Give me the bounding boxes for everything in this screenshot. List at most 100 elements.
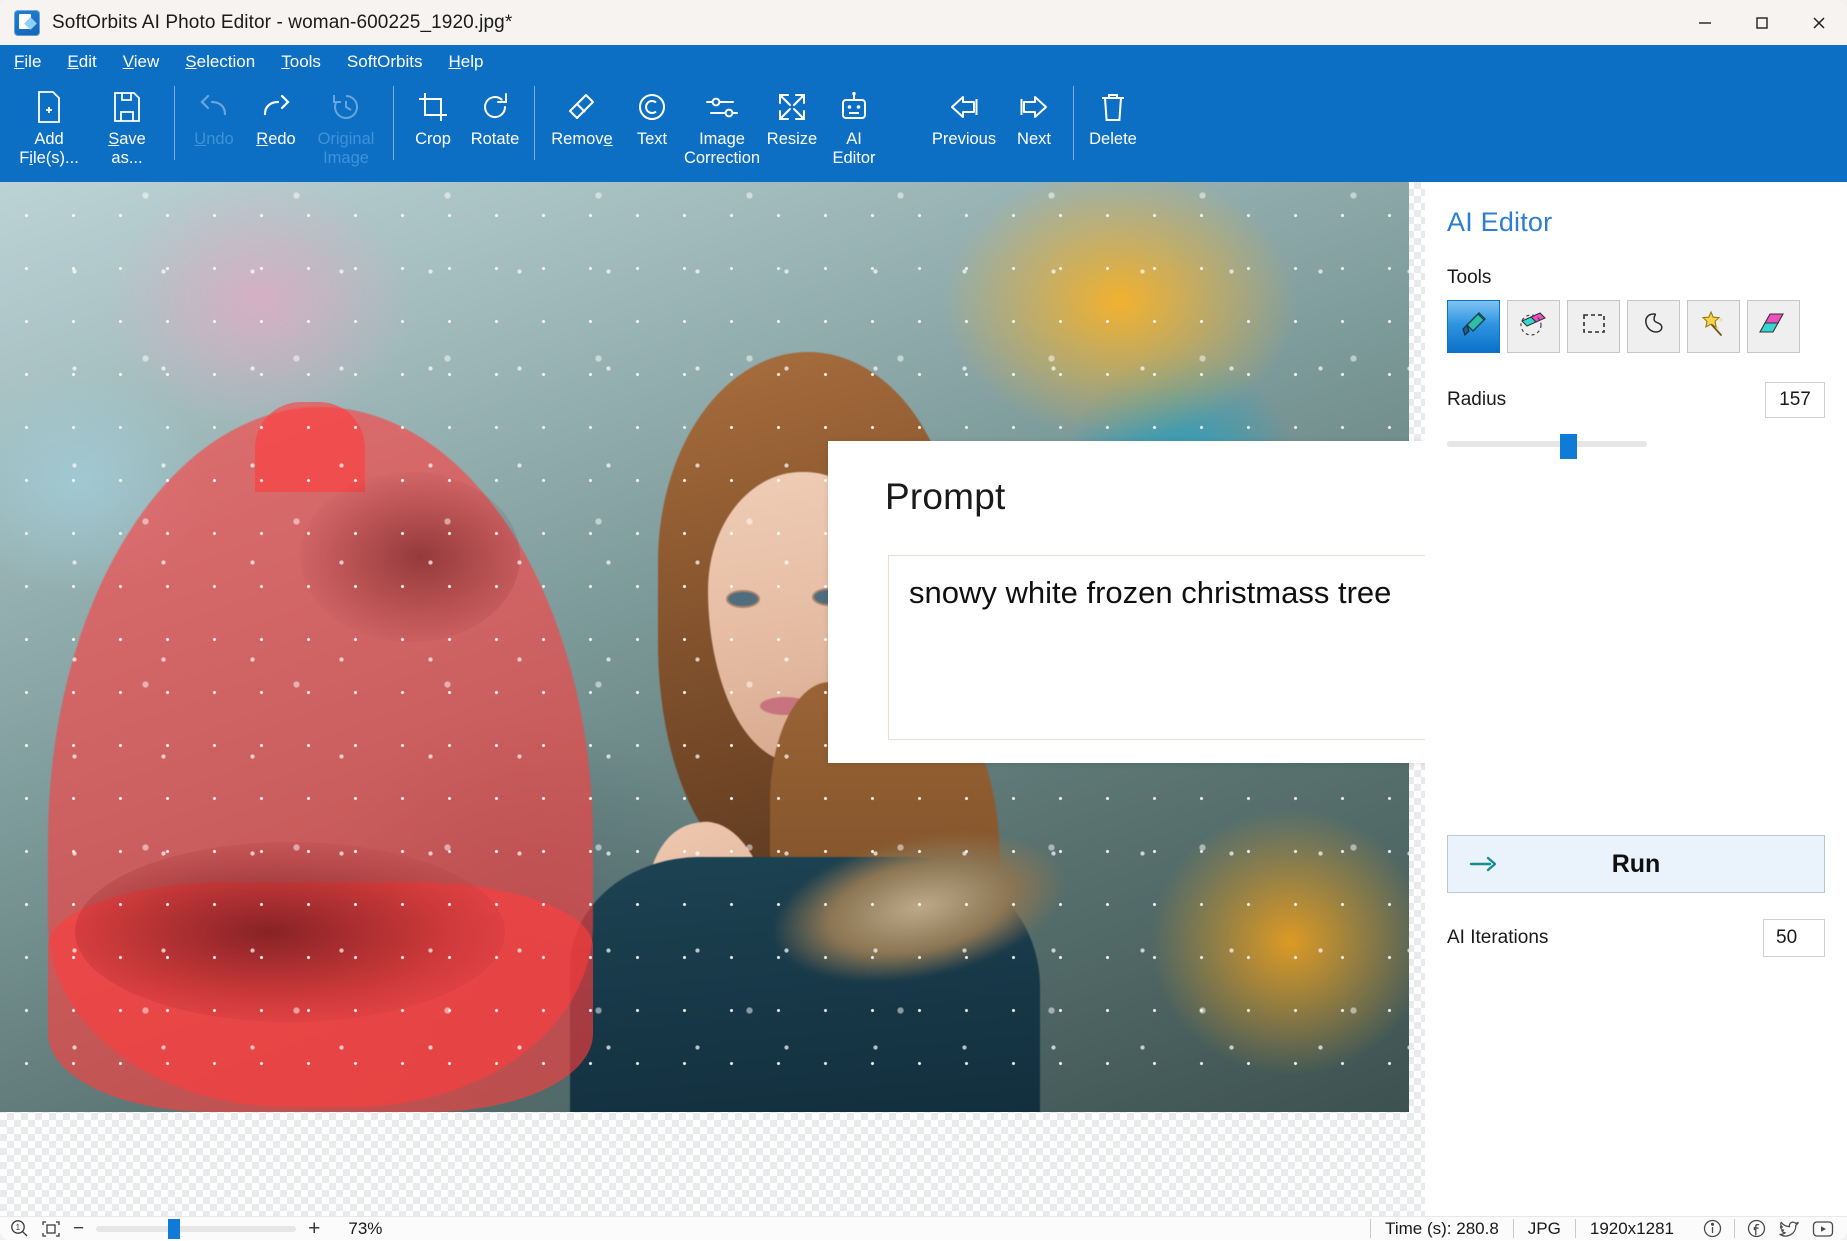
run-arrow-icon: [1468, 854, 1500, 874]
iterations-input[interactable]: 50: [1763, 919, 1825, 957]
status-divider-4: [1734, 1219, 1735, 1238]
toolbar-original-image[interactable]: Original Image: [307, 78, 385, 178]
fill-tool-button[interactable]: [1747, 300, 1800, 353]
toolbar-add-files[interactable]: Add File(s)...: [10, 78, 88, 178]
menu-file-rest: ile: [24, 51, 42, 71]
history-clock-icon: [330, 87, 362, 127]
toolbar-ai-editor[interactable]: AI Editor: [823, 78, 885, 178]
zoom-out-button[interactable]: −: [73, 1218, 84, 1240]
toolbar-resize[interactable]: Resize: [761, 78, 823, 178]
brush-tool-button[interactable]: [1447, 300, 1500, 353]
toolbar-text[interactable]: Text: [621, 78, 683, 178]
toolbar-redo-label: Redo: [256, 130, 296, 148]
radius-slider-thumb[interactable]: [1560, 434, 1578, 459]
subject-eye-left: [728, 592, 758, 606]
app-icon: [14, 9, 40, 36]
window-controls: [1676, 0, 1847, 45]
radius-slider-track: [1447, 441, 1647, 447]
copyright-icon: [636, 87, 668, 127]
rectangle-select-tool-button[interactable]: [1567, 300, 1620, 353]
menu-tools-rest: ools: [289, 51, 321, 71]
toolbar-rotate[interactable]: Rotate: [464, 78, 526, 178]
toolbar-crop-label: Crop: [415, 130, 451, 148]
menu-selection[interactable]: Selection: [185, 52, 255, 72]
lasso-select-tool-button[interactable]: [1627, 300, 1680, 353]
menu-bar: File Edit View Selection Tools SoftOrbit…: [0, 45, 1847, 78]
menu-edit[interactable]: Edit: [67, 52, 96, 72]
toolbar-undo-label: Undo: [194, 130, 234, 148]
tools-label: Tools: [1447, 267, 1492, 288]
menu-help[interactable]: Help: [449, 52, 484, 72]
maximize-button[interactable]: [1733, 0, 1790, 45]
toolbar-undo[interactable]: Undo: [183, 78, 245, 178]
fit-to-window-icon[interactable]: [41, 1220, 61, 1238]
close-button[interactable]: [1790, 0, 1847, 45]
info-icon[interactable]: [1702, 1218, 1723, 1239]
toolbar-previous[interactable]: Previous: [925, 78, 1003, 178]
arrow-left-icon: [947, 87, 981, 127]
eraser-icon: [1519, 309, 1549, 344]
twitter-icon[interactable]: [1778, 1219, 1800, 1239]
toolbar-delete-label: Delete: [1089, 130, 1137, 148]
toolbar-resize-label: Resize: [766, 130, 818, 148]
toolbar-image-correction[interactable]: Image Correction: [683, 78, 761, 178]
eraser-icon: [566, 87, 598, 127]
menu-help-rest: elp: [460, 51, 484, 71]
status-social-icons: [1688, 1218, 1835, 1239]
toolbar-redo[interactable]: Redo: [245, 78, 307, 178]
toolbar-rotate-label: Rotate: [470, 130, 520, 148]
run-button-label: Run: [1611, 849, 1661, 878]
app-window: SoftOrbits AI Photo Editor - woman-60022…: [0, 0, 1847, 1240]
robot-icon: [838, 87, 870, 127]
zoom-slider-track: [96, 1225, 297, 1232]
radius-slider[interactable]: [1447, 434, 1825, 459]
toolbar-delete[interactable]: Delete: [1082, 78, 1144, 178]
sliders-icon: [705, 87, 739, 127]
menu-edit-rest: dit: [78, 51, 97, 71]
toolbar-next[interactable]: Next: [1003, 78, 1065, 178]
selection-mask-shadow-lower: [75, 842, 505, 1022]
zoom-actual-size-icon[interactable]: 1: [10, 1219, 29, 1238]
radius-label: Radius: [1447, 389, 1507, 410]
toolbar-separator-3: [534, 86, 535, 160]
toolbar-separator-1: [174, 86, 175, 160]
crop-icon: [417, 87, 449, 127]
zoom-controls: 1 − + 73%: [0, 1217, 382, 1241]
iterations-row: AI Iterations 50: [1447, 919, 1825, 957]
menu-selection-rest: election: [196, 51, 256, 71]
toolbar-add-files-label: Add File(s)...: [19, 130, 79, 167]
expand-arrows-icon: [776, 87, 808, 127]
save-disk-icon: [111, 87, 143, 127]
prompt-title: Prompt: [885, 476, 1006, 517]
iterations-label: AI Iterations: [1447, 927, 1549, 948]
selection-mask-shadow-upper: [300, 472, 520, 642]
status-time: Time (s): 280.8: [1385, 1218, 1499, 1238]
zoom-slider-thumb[interactable]: [168, 1218, 181, 1239]
toolbar-text-label: Text: [636, 130, 668, 148]
magic-wand-tool-button[interactable]: [1687, 300, 1740, 353]
toolbar-remove[interactable]: Remove: [543, 78, 621, 178]
toolbar-save-as[interactable]: Save as...: [88, 78, 166, 178]
arrow-right-icon: [1017, 87, 1051, 127]
ai-editor-panel: AI Editor Tools Radius 157 Run AI Iterat…: [1425, 182, 1847, 1216]
menu-tools[interactable]: Tools: [281, 52, 321, 72]
toolbar-crop[interactable]: Crop: [402, 78, 464, 178]
zoom-slider[interactable]: [96, 1218, 297, 1239]
radius-value-input[interactable]: 157: [1765, 382, 1825, 418]
menu-view[interactable]: View: [123, 52, 160, 72]
title-bar: SoftOrbits AI Photo Editor - woman-60022…: [0, 0, 1847, 45]
youtube-icon[interactable]: [1811, 1219, 1835, 1239]
toolbar-ai-editor-label: AI Editor: [832, 130, 876, 167]
zoom-in-button[interactable]: +: [308, 1217, 320, 1241]
facebook-icon[interactable]: [1746, 1218, 1767, 1239]
toolbar-image-correction-label: Image Correction: [683, 130, 761, 167]
toolbar-separator-2: [393, 86, 394, 160]
toolbar-previous-label: Previous: [931, 130, 997, 148]
menu-softorbits[interactable]: SoftOrbits: [347, 52, 423, 72]
run-button[interactable]: Run: [1447, 835, 1825, 893]
minimize-button[interactable]: [1676, 0, 1733, 45]
trash-icon: [1098, 87, 1128, 127]
status-right: Time (s): 280.8 JPG 1920x1281: [1370, 1218, 1835, 1239]
menu-file[interactable]: File: [14, 52, 41, 72]
eraser-tool-button[interactable]: [1507, 300, 1560, 353]
